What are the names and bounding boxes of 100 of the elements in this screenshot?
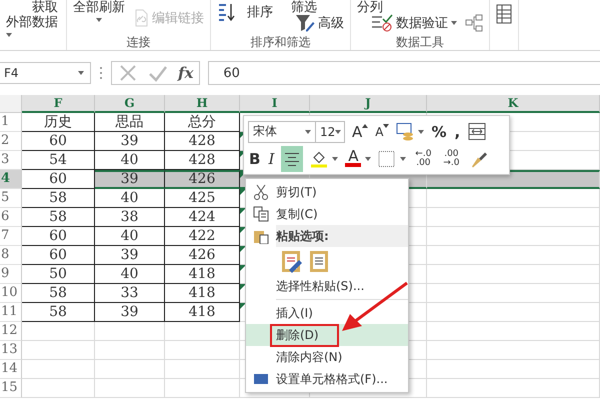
wrap-icon[interactable] [467,120,488,142]
column-header[interactable]: K [427,95,600,113]
ribbon-button[interactable] [465,14,483,32]
table-cell: 40 [95,227,165,246]
table-cell: 58 [22,284,95,303]
cell-styles-icon[interactable] [395,120,416,142]
decimal-button[interactable]: ←.0 .00 [412,148,434,170]
formula-field[interactable]: 60 [208,61,600,85]
italic-button[interactable]: I [267,148,276,170]
menu-item[interactable]: 删除(D) [246,324,408,346]
row-header[interactable]: 7 [0,227,22,246]
table-cell: 60 [22,132,95,151]
group-label: 连接 [126,35,152,50]
font-size-dropdown[interactable]: 12 [315,120,345,142]
column-header[interactable]: I [240,95,310,113]
row-header[interactable]: 9 [0,265,22,284]
row-header[interactable]: 8 [0,246,22,265]
row-header[interactable]: 13 [0,341,22,360]
name-box[interactable]: F4 [0,62,91,84]
row-header[interactable]: 10 [0,284,22,303]
copy-icon [253,206,269,222]
table-cell: 426 [165,246,240,265]
column-header[interactable]: J [310,95,427,113]
insert-function-button[interactable]: fx [178,64,194,82]
row-header[interactable]: 14 [0,360,22,379]
table-cell [95,379,165,398]
table-cell: 38 [95,208,165,227]
toolbar-button[interactable]: % [430,120,448,142]
toolbar-button[interactable]: B [248,148,262,170]
ribbon-button[interactable]: 筛选 [291,0,317,15]
column-header[interactable]: F [22,95,95,113]
scissors-icon [253,184,269,200]
grid-icon [496,4,512,24]
caret-icon [78,71,84,75]
menu-item[interactable]: 清除内容(N) [246,346,408,368]
table-cell: 428 [165,132,240,151]
font-dropdown[interactable]: 宋体 [248,120,316,142]
caret-icon[interactable] [332,156,338,160]
caret-icon[interactable] [365,156,372,160]
paste-icon[interactable] [308,248,330,274]
row-header[interactable]: 6 [0,208,22,227]
table-cell: 424 [165,208,240,227]
validation-icon [371,14,393,32]
table-cell: 39 [95,132,165,151]
decimal-button[interactable]: .00 →.0 [440,148,462,170]
group-label: 数据工具 [395,35,445,50]
caret-icon[interactable] [418,130,424,134]
table-cell: 40 [95,189,165,208]
table-cell: 58 [22,189,95,208]
group-label: 排序和筛选 [250,35,312,50]
row-header[interactable]: 2 [0,132,22,151]
table-cell: 418 [165,265,240,284]
row-header[interactable]: 15 [0,379,22,398]
table-cell: 总分 [165,113,240,132]
row-header[interactable]: 12 [0,322,22,341]
font-color-button[interactable]: A [344,148,362,170]
menu-item[interactable]: 选择性粘贴(S)... [246,275,408,297]
toolbar-button[interactable]: , [454,120,462,142]
menu-item[interactable]: 复制(C) [246,203,408,225]
funnel-pencil-icon [295,14,315,32]
menu-heading: 粘贴选项: [276,228,329,244]
table-cell [95,341,165,360]
ribbon-button[interactable]: 分列 [357,0,383,15]
ribbon-button[interactable]: 获取 外部数据 [6,0,60,37]
more-icon [99,66,103,80]
caret-icon[interactable] [400,156,406,160]
ribbon-button[interactable]: 数据验证 [371,14,457,32]
grow-font-button[interactable]: A [351,120,368,142]
shrink-font-button[interactable]: A [374,120,390,142]
ribbon-button[interactable] [496,4,512,24]
row-header[interactable]: 11 [0,303,22,322]
table-cell: 历史 [22,113,95,132]
table-cell: 426 [165,170,240,189]
table-cell: 50 [22,265,95,284]
table-cell: 33 [95,284,165,303]
row-header[interactable]: 4 [0,170,22,189]
menu-item[interactable]: 设置单元格格式(F)... [246,368,408,390]
menu-item[interactable]: 剪切(T) [246,181,408,203]
row-header[interactable]: 5 [0,189,22,208]
table-cell: 425 [165,189,240,208]
ribbon-button[interactable]: 排序 [217,2,273,22]
ribbon-button[interactable]: 全部刷新 [73,0,125,22]
table-cell: 58 [22,303,95,322]
table-cell: 思品 [95,113,165,132]
cell-reference: F4 [4,66,19,80]
ribbon-button[interactable]: 高级 [295,14,344,32]
table-cell: 60 [22,246,95,265]
table-cell: 58 [22,208,95,227]
row-header[interactable]: 3 [0,151,22,170]
sort-icon [217,2,235,22]
column-header[interactable]: G [95,95,165,113]
paste-formatting-icon[interactable] [280,248,304,274]
align-center-icon[interactable] [281,146,304,172]
column-header[interactable]: H [165,95,240,113]
table-cell: 39 [95,303,165,322]
format-cells-icon [253,373,269,385]
table-cell: 418 [165,303,240,322]
menu-item[interactable]: 插入(I) [246,302,408,324]
table-cell: 60 [22,227,95,246]
row-header[interactable]: 1 [0,113,22,132]
